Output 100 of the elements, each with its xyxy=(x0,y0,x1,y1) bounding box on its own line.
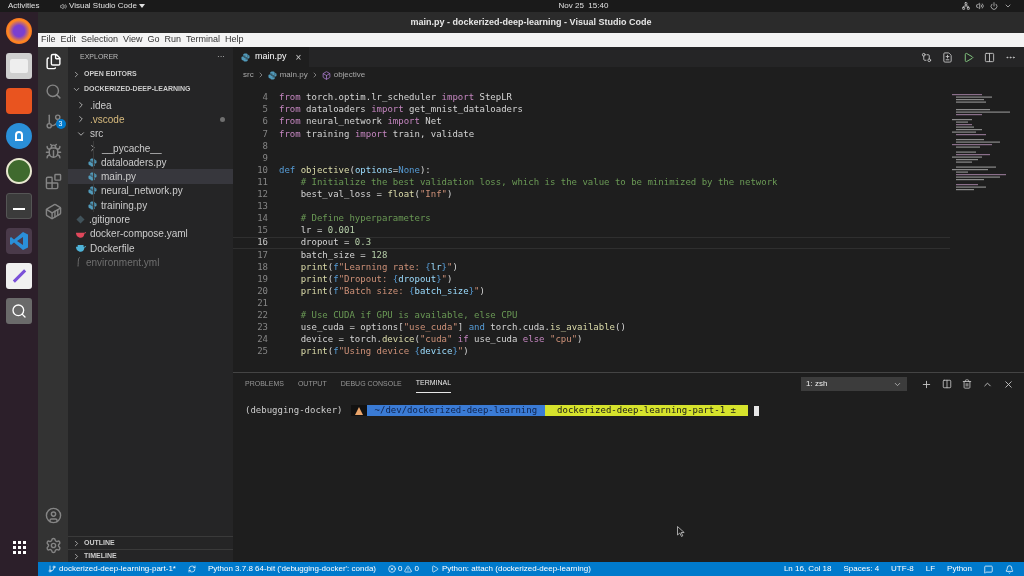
branch-icon xyxy=(48,565,56,573)
network-icon[interactable] xyxy=(962,2,970,10)
cube-icon xyxy=(321,70,331,80)
cone-icon xyxy=(354,406,363,415)
indentation-status[interactable]: Spaces: 4 xyxy=(843,563,880,575)
encoding-status[interactable]: UTF-8 xyxy=(891,563,914,575)
file-name: main.py xyxy=(101,170,136,185)
text-editor-app-icon[interactable] xyxy=(6,263,32,289)
menu-item[interactable]: Help xyxy=(224,33,244,47)
power-icon[interactable] xyxy=(990,2,998,10)
help-app-icon[interactable] xyxy=(6,123,32,149)
settings-icon[interactable] xyxy=(44,537,62,554)
menu-item[interactable]: File xyxy=(41,33,56,47)
clock[interactable]: Nov 25 15:40 xyxy=(558,0,609,12)
tree-item[interactable]: main.py xyxy=(68,169,233,184)
extensions-icon[interactable] xyxy=(44,173,62,190)
line-number: 18 xyxy=(256,260,269,274)
code-line: print(f"Learning rate: {lr}") xyxy=(299,260,458,274)
file-name: .idea xyxy=(90,98,112,113)
split-editor-icon[interactable] xyxy=(984,51,995,63)
cursor-position[interactable]: Ln 16, Col 18 xyxy=(783,563,832,575)
globe-app-icon[interactable] xyxy=(6,18,32,44)
close-button[interactable]: × xyxy=(295,49,302,65)
file-name: docker-compose.yaml xyxy=(90,227,188,242)
add-icon[interactable] xyxy=(921,378,932,390)
sync-icon[interactable] xyxy=(187,565,196,573)
tree-item[interactable]: .vscode xyxy=(68,112,233,127)
tree-item[interactable]: docker-compose.yaml xyxy=(68,226,233,241)
menu-item[interactable]: Go xyxy=(147,33,160,47)
line-number: 6 xyxy=(261,115,269,129)
circle-app-icon[interactable] xyxy=(6,158,32,184)
branch-status[interactable]: dockerized-deep-learning-part-1* xyxy=(48,563,176,575)
tree-item[interactable]: neural_network.py xyxy=(68,183,233,199)
python-file-icon xyxy=(88,186,97,196)
tree-item[interactable]: training.py xyxy=(68,198,233,213)
python-file-icon xyxy=(88,157,97,167)
caret-icon[interactable] xyxy=(1004,2,1012,10)
line-number: 17 xyxy=(256,248,269,262)
debug-status[interactable]: Python: attach (dockerized-deep-learning) xyxy=(430,563,591,575)
code-line: # Initialize the best validation loss, which is the value to be minimized by the network xyxy=(299,175,778,189)
whale-icon xyxy=(76,229,86,238)
chevron-icon xyxy=(88,143,98,154)
code-line: batch_size = 128 xyxy=(299,248,388,262)
code-line: def objective(options=None): xyxy=(279,163,431,177)
bell-icon[interactable] xyxy=(1005,564,1014,574)
interpreter-status[interactable]: Python 3.7.8 64-bit ('debugging-docker': conda) xyxy=(207,563,376,575)
speaker-icon xyxy=(60,2,67,10)
search-icon[interactable] xyxy=(44,83,62,100)
terminal-select[interactable]: 1: zsh xyxy=(801,377,907,391)
line-number: 11 xyxy=(256,175,269,189)
run-icon[interactable] xyxy=(963,51,974,63)
language-status[interactable]: Python xyxy=(947,563,972,575)
magnifier-app-icon[interactable] xyxy=(6,298,32,324)
breadcrumb-item[interactable]: src xyxy=(243,69,254,81)
menu-item[interactable]: Run xyxy=(164,33,181,47)
menu-item[interactable]: Selection xyxy=(81,33,119,47)
line-number: 5 xyxy=(261,103,269,117)
file-name: training.py xyxy=(101,198,148,213)
menu-item[interactable]: Edit xyxy=(60,33,77,47)
tree-item[interactable]: __pycache__ xyxy=(68,140,233,156)
file-name: .gitignore xyxy=(89,213,131,228)
tree-item[interactable]: .gitignore xyxy=(68,212,233,227)
compare-icon[interactable] xyxy=(921,51,932,63)
container-icon[interactable] xyxy=(44,203,62,220)
code-line: from dataloaders import get_mnist_dataloaders xyxy=(279,103,523,117)
run-debug-icon[interactable] xyxy=(44,143,62,160)
caret-icon xyxy=(138,4,145,8)
debug-icon xyxy=(430,565,439,573)
code-editor-app-icon[interactable] xyxy=(6,228,32,254)
file-diff-icon[interactable] xyxy=(942,51,953,63)
breadcrumb-item[interactable]: main.py xyxy=(279,69,308,81)
activities-button[interactable]: Activities xyxy=(8,0,60,12)
app-menu[interactable]: Visual Studio Code xyxy=(60,0,145,12)
editor-tab[interactable]: main.py × xyxy=(233,47,310,67)
menu-item[interactable]: Terminal xyxy=(185,33,220,47)
volume-icon[interactable] xyxy=(976,2,984,10)
line-number: 23 xyxy=(256,321,269,335)
tree-item[interactable]: .idea xyxy=(68,98,233,113)
code-line: dropout = 0.3 xyxy=(299,236,372,250)
file-name: .vscode xyxy=(90,112,125,127)
menu-item[interactable]: View xyxy=(123,33,143,47)
apps-grid-icon[interactable] xyxy=(12,541,26,554)
account-icon[interactable] xyxy=(44,507,62,524)
terminal-app-icon[interactable] xyxy=(6,193,32,219)
files-icon[interactable] xyxy=(44,53,62,70)
split-terminal-icon[interactable] xyxy=(942,379,952,389)
trash-icon[interactable] xyxy=(962,379,972,389)
line-ending-status[interactable]: LF xyxy=(925,563,936,575)
file-icon xyxy=(76,257,82,268)
breadcrumb-item[interactable]: objective xyxy=(333,69,366,81)
tree-item[interactable]: Dockerfile xyxy=(68,240,233,256)
more-actions-button[interactable]: ··· xyxy=(217,51,225,63)
file-name: Dockerfile xyxy=(90,241,135,256)
code-line: device = torch.device("cuda" if use_cuda else "cpu") xyxy=(299,333,583,347)
problems-status[interactable]: 0 0 xyxy=(388,563,419,575)
warning-icon xyxy=(404,565,413,573)
close-icon[interactable] xyxy=(1003,378,1014,390)
tree-item[interactable]: src xyxy=(68,126,233,141)
file-name: neural_network.py xyxy=(101,184,183,199)
tree-item[interactable]: dataloaders.py xyxy=(68,155,233,170)
